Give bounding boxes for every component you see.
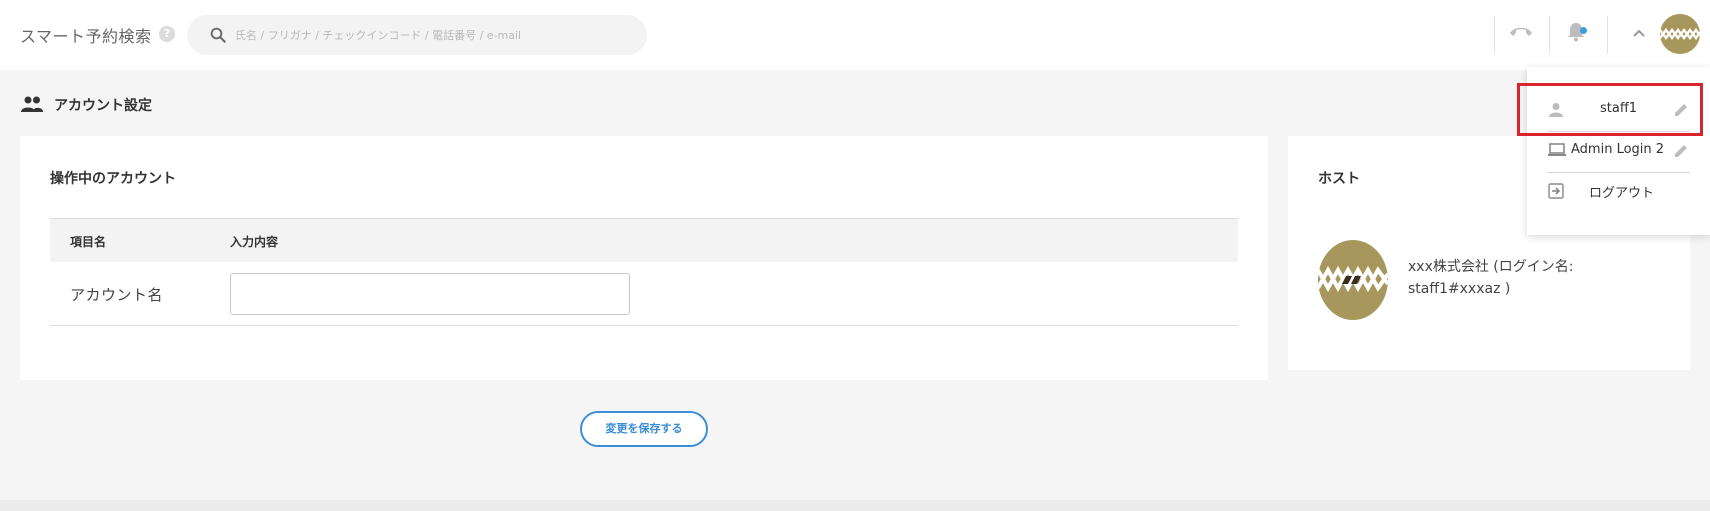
account-card-title: 操作中のアカウント	[50, 171, 176, 187]
dropdown-item-logout[interactable]: ログアウト	[1547, 171, 1690, 211]
person-icon	[1549, 103, 1563, 117]
pencil-icon[interactable]	[1672, 142, 1690, 160]
search-box[interactable]	[187, 15, 647, 55]
account-card: 操作中のアカウント 項目名 入力内容 アカウント名	[20, 136, 1268, 380]
page-title: アカウント設定	[54, 98, 152, 114]
dropdown-item-label: Admin Login 2	[1571, 142, 1665, 157]
user-dropdown-menu: staff1 Admin Login 2 ログアウト	[1527, 67, 1710, 235]
host-logo	[1318, 240, 1388, 320]
save-button[interactable]: 変更を保存する	[580, 411, 708, 447]
header-divider	[1549, 16, 1550, 54]
account-name-label: アカウント名	[70, 286, 164, 304]
search-icon	[210, 27, 226, 43]
dropdown-item-staff1[interactable]: staff1	[1547, 90, 1690, 130]
host-name: xxx株式会社 (ログイン名: staff1#xxxaz )	[1408, 259, 1574, 297]
dropdown-item-admin-login-2[interactable]: Admin Login 2	[1547, 131, 1690, 171]
logout-icon	[1548, 183, 1564, 199]
notification-dot	[1580, 27, 1587, 34]
chevron-up-icon[interactable]	[1631, 27, 1647, 39]
table-header: 項目名 入力内容	[50, 218, 1238, 262]
dropdown-item-label: staff1	[1600, 101, 1638, 116]
column-header: 項目名	[70, 235, 107, 249]
laptop-icon	[1548, 143, 1566, 156]
column-header: 入力内容	[230, 235, 279, 249]
header-divider	[1607, 16, 1608, 54]
phone-icon[interactable]	[1508, 23, 1534, 41]
host-card-title: ホスト	[1318, 171, 1360, 187]
footer-strip	[0, 500, 1710, 511]
search-input[interactable]	[235, 15, 635, 55]
help-icon[interactable]: ?	[159, 26, 175, 42]
dropdown-item-label: ログアウト	[1589, 186, 1655, 201]
top-header: スマート予約検索 ?	[0, 0, 1710, 70]
pencil-icon[interactable]	[1672, 101, 1690, 119]
avatar[interactable]	[1660, 14, 1700, 54]
app-title: スマート予約検索	[20, 27, 152, 46]
account-name-input[interactable]	[230, 273, 630, 315]
table-row: アカウント名	[50, 262, 1238, 326]
header-divider	[1494, 16, 1495, 54]
people-icon	[21, 96, 43, 112]
